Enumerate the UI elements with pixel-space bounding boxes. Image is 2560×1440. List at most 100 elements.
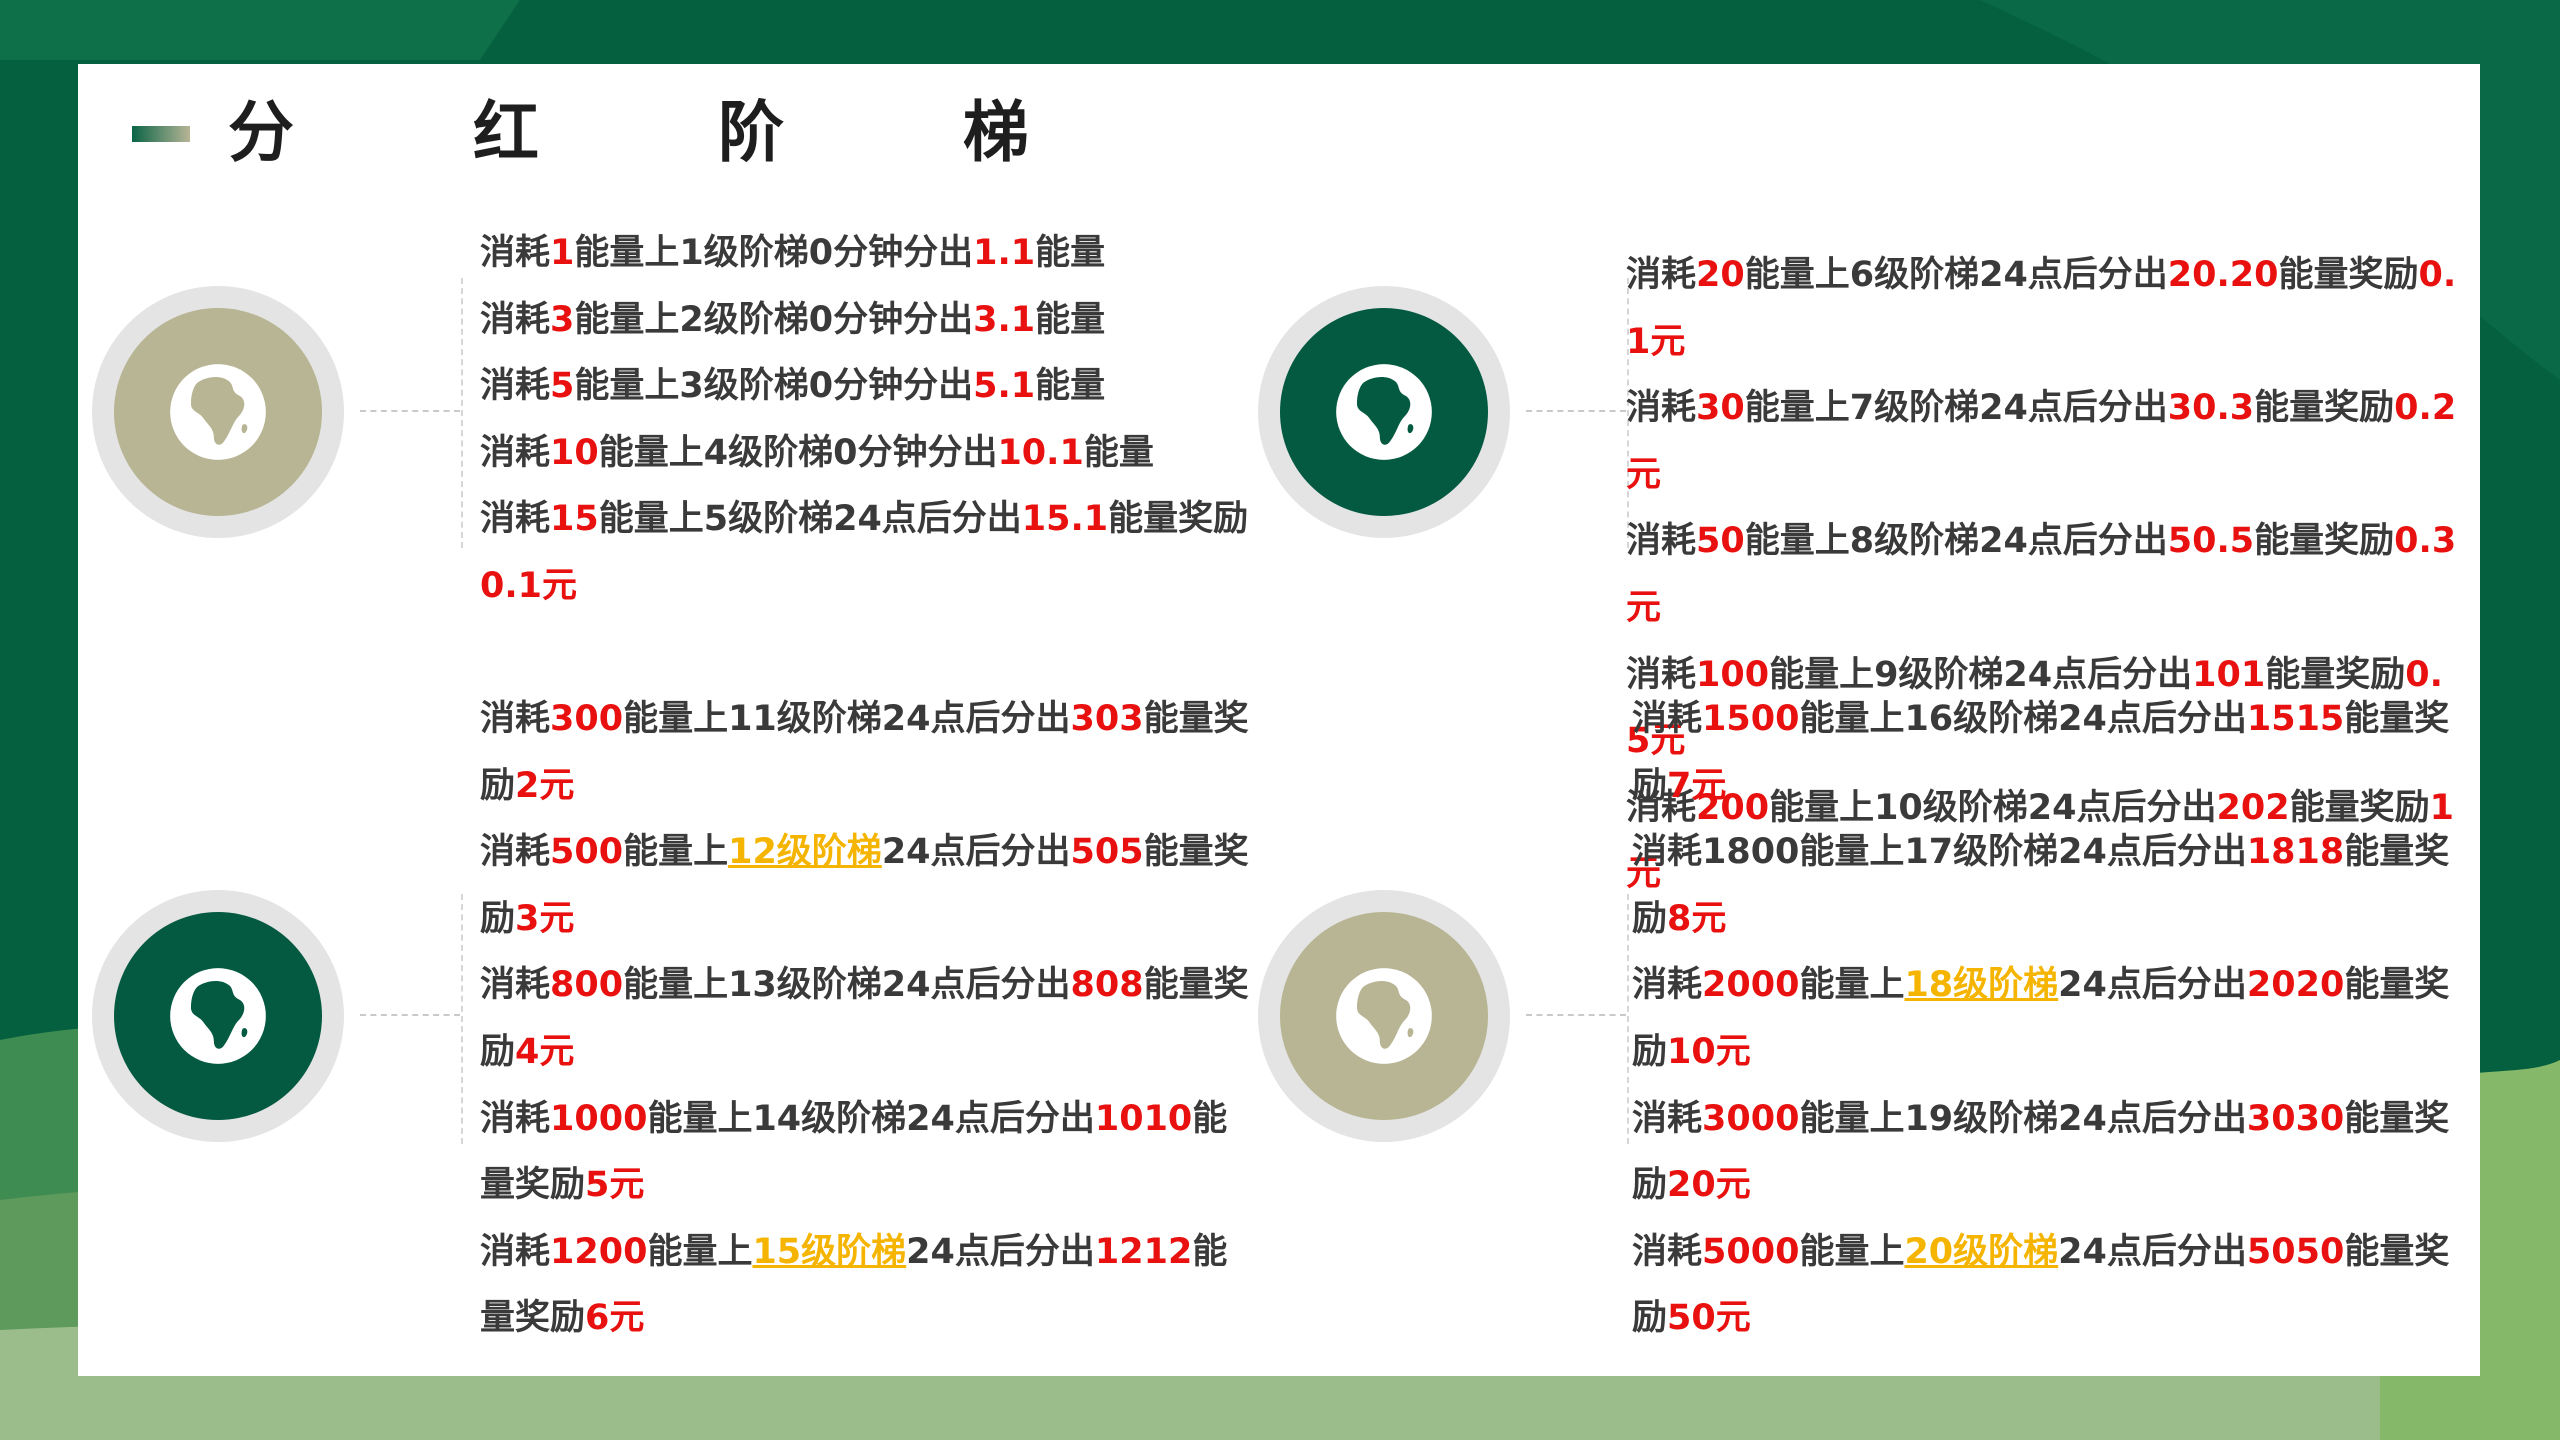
tier-text: 消耗 (1626, 521, 1697, 562)
highlight-value: 0.1元 (480, 565, 578, 606)
tier-text: 能量上7级阶梯24点后分出 (1744, 388, 2168, 429)
highlight-value: 1.1 (973, 233, 1036, 273)
connector-dash (360, 1014, 460, 1016)
highlight-value: 5 (550, 366, 575, 407)
tier-text: 能量上19级阶梯24点后分出 (1799, 1098, 2247, 1139)
tier-text: 消耗 (1632, 1098, 1703, 1139)
tier-text: 能量奖励 (2278, 255, 2419, 295)
highlight-value: 3 (550, 299, 575, 340)
tier-item: 消耗800能量上13级阶梯24点后分出808能量奖励4元 (480, 952, 1260, 1085)
tier-text: 消耗 (480, 1098, 551, 1139)
highlight-value: 50 (1696, 521, 1745, 562)
tier-text: 能量上 (1799, 965, 1905, 1006)
highlight-tier: 15级阶梯 (752, 1231, 907, 1272)
tier-text: 能量奖励 (1108, 499, 1249, 540)
highlight-value: 6元 (585, 1298, 645, 1339)
highlight-value: 15 (550, 499, 599, 540)
highlight-value: 2020 (2246, 965, 2345, 1006)
tier-item: 消耗300能量上11级阶梯24点后分出303能量奖励2元 (480, 686, 1260, 819)
tier-item: 消耗1000能量上14级阶梯24点后分出1010能量奖励5元 (480, 1086, 1260, 1219)
highlight-value: 30.3 (2167, 388, 2255, 429)
tier-text: 能量 (1083, 432, 1154, 473)
highlight-value: 5000 (1702, 1231, 1800, 1272)
content-card: 分 红 阶 梯 消耗1能量上1级阶梯0分钟分出1.1能量 消耗3能量上2级阶梯0分… (78, 64, 2480, 1376)
tier-text: 能量奖励 (2254, 521, 2395, 562)
highlight-value: 1500 (1702, 699, 1800, 739)
highlight-value: 303 (1070, 699, 1144, 739)
tier-item: 消耗500能量上12级阶梯24点后分出505能量奖励3元 (480, 819, 1260, 952)
tier-text: 能量奖励 (2254, 388, 2395, 429)
tier-text: 能量上8级阶梯24点后分出 (1744, 521, 2168, 562)
tier-list-1: 消耗1能量上1级阶梯0分钟分出1.1能量 消耗3能量上2级阶梯0分钟分出3.1能量… (480, 220, 1260, 620)
tier-text: 消耗 (1626, 388, 1697, 429)
tier-list-4: 消耗1500能量上16级阶梯24点后分出1515能量奖励7元 消耗1800能量上1… (1632, 686, 2462, 1352)
tier-item: 消耗1200能量上15级阶梯24点后分出1212能量奖励6元 (480, 1219, 1260, 1352)
highlight-value: 50.5 (2167, 521, 2255, 562)
tier-text: 能量上14级阶梯24点后分出 (647, 1098, 1095, 1139)
tier-text: 消耗 (1626, 255, 1697, 295)
highlight-tier: 12级阶梯 (728, 832, 882, 873)
tier-text: 能量上 (623, 832, 729, 873)
title-accent-bar (132, 126, 190, 142)
tier-text: 能量上3级阶梯0分钟分出 (574, 366, 974, 407)
tier-circle-4 (1258, 890, 1510, 1142)
tier-item: 消耗1800能量上17级阶梯24点后分出1818能量奖励8元 (1632, 819, 2462, 952)
tier-list-3: 消耗300能量上11级阶梯24点后分出303能量奖励2元 消耗500能量上12级阶… (480, 686, 1260, 1352)
tier-text: 消耗 (1632, 965, 1703, 1006)
highlight-value: 2000 (1702, 965, 1800, 1006)
highlight-value: 1200 (550, 1231, 648, 1272)
tier-text: 24点后分出 (906, 1231, 1095, 1272)
highlight-value: 1212 (1094, 1231, 1193, 1272)
highlight-value: 1000 (550, 1098, 648, 1139)
highlight-value: 20 (1696, 255, 1745, 295)
tier-item: 消耗1能量上1级阶梯0分钟分出1.1能量 (480, 220, 1260, 287)
tier-text: 消耗 (480, 432, 551, 473)
tier-text: 24点后分出 (2058, 965, 2247, 1006)
connector-vline (1627, 894, 1629, 1144)
highlight-value: 20元 (1667, 1165, 1751, 1206)
page-title: 分 红 阶 梯 (228, 94, 1107, 171)
highlight-value: 3.1 (973, 299, 1036, 340)
highlight-value: 8元 (1667, 898, 1727, 939)
connector-dash (1526, 1014, 1626, 1016)
tier-text: 消耗 (480, 499, 551, 540)
tier-text: 能量 (1035, 233, 1106, 273)
highlight-value: 7元 (1667, 765, 1727, 806)
highlight-value: 500 (550, 832, 624, 873)
tier-text: 能量 (1035, 366, 1106, 407)
connector-dash (360, 410, 460, 412)
highlight-value: 10元 (1667, 1031, 1751, 1072)
highlight-value: 4元 (515, 1031, 575, 1072)
connector-vline (461, 278, 463, 548)
tier-item: 消耗30能量上7级阶梯24点后分出30.3能量奖励0.2元 (1626, 375, 2466, 508)
highlight-value: 2元 (515, 765, 575, 806)
tier-text: 能量上4级阶梯0分钟分出 (598, 432, 998, 473)
tier-text: 能量上16级阶梯24点后分出 (1799, 699, 2247, 739)
tier-item: 消耗3000能量上19级阶梯24点后分出3030能量奖励20元 (1632, 1086, 2462, 1219)
globe-africa-icon (1336, 968, 1432, 1064)
highlight-value: 800 (550, 965, 624, 1006)
tier-text: 能量上13级阶梯24点后分出 (623, 965, 1071, 1006)
highlight-tier: 18级阶梯 (1904, 965, 2059, 1006)
highlight-value: 1 (550, 233, 575, 273)
tier-item: 消耗2000能量上18级阶梯24点后分出2020能量奖励10元 (1632, 952, 2462, 1085)
tier-item: 消耗15能量上5级阶梯24点后分出15.1能量奖励 0.1元 (480, 486, 1260, 619)
tier-text: 24点后分出 (881, 832, 1071, 873)
highlight-value: 808 (1070, 965, 1144, 1006)
connector-vline (461, 894, 463, 1144)
highlight-value: 20.20 (2167, 255, 2279, 295)
tier-text: 消耗 (480, 233, 551, 273)
highlight-value: 300 (550, 699, 624, 739)
tier-circle-1 (92, 286, 344, 538)
tier-text: 能量上6级阶梯24点后分出 (1744, 255, 2168, 295)
highlight-value: 5元 (585, 1165, 645, 1206)
highlight-tier: 20级阶梯 (1904, 1231, 2059, 1272)
highlight-value: 5050 (2246, 1231, 2345, 1272)
highlight-value: 3000 (1702, 1098, 1800, 1139)
tier-text: 能量上 (1799, 1231, 1905, 1272)
connector-dash (1526, 410, 1626, 412)
highlight-value: 1818 (2246, 832, 2345, 873)
globe-africa-icon (1336, 364, 1432, 460)
highlight-value: 10.1 (997, 432, 1084, 473)
tier-text: 能量上1级阶梯0分钟分出 (574, 233, 974, 273)
